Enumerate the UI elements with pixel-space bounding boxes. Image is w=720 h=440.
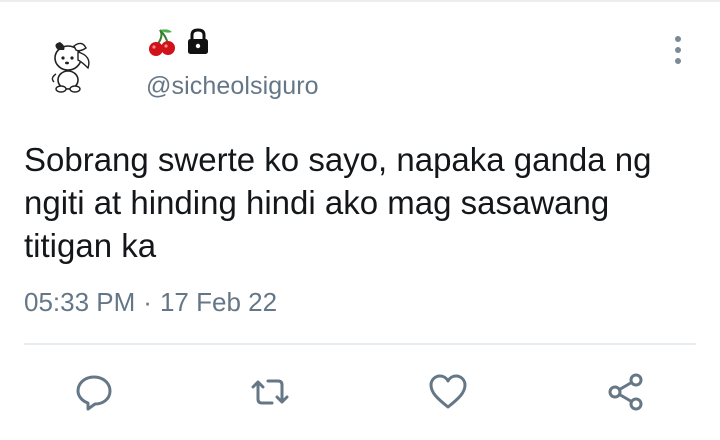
share-icon <box>608 373 643 411</box>
lock-icon <box>184 27 212 62</box>
retweet-button[interactable] <box>250 372 290 412</box>
like-icon <box>429 374 467 409</box>
tweet-time[interactable]: 05:33 PM <box>24 287 135 317</box>
reply-icon <box>76 375 112 411</box>
avatar[interactable] <box>48 34 104 98</box>
more-options-icon[interactable] <box>664 34 692 66</box>
cherries-icon <box>146 26 178 63</box>
tweet-timestamp: 05:33 PM · 17 Feb 22 <box>24 287 277 318</box>
more-dot <box>675 58 681 64</box>
share-button[interactable] <box>606 372 646 412</box>
avatar-dog-illustration <box>51 42 90 93</box>
divider <box>24 343 696 345</box>
more-dot <box>675 36 681 42</box>
retweet-icon <box>251 379 289 405</box>
tweet-text: Sobrang swerte ko sayo, napaka ganda ng … <box>24 141 652 264</box>
display-name[interactable] <box>146 26 212 63</box>
tweet-date[interactable]: 17 Feb 22 <box>160 287 277 317</box>
more-dot <box>675 47 681 53</box>
reply-button[interactable] <box>74 372 114 412</box>
like-button[interactable] <box>428 372 468 412</box>
timestamp-separator: · <box>143 287 152 317</box>
user-handle[interactable]: @sicheolsiguro <box>146 72 319 101</box>
top-border <box>0 0 720 2</box>
